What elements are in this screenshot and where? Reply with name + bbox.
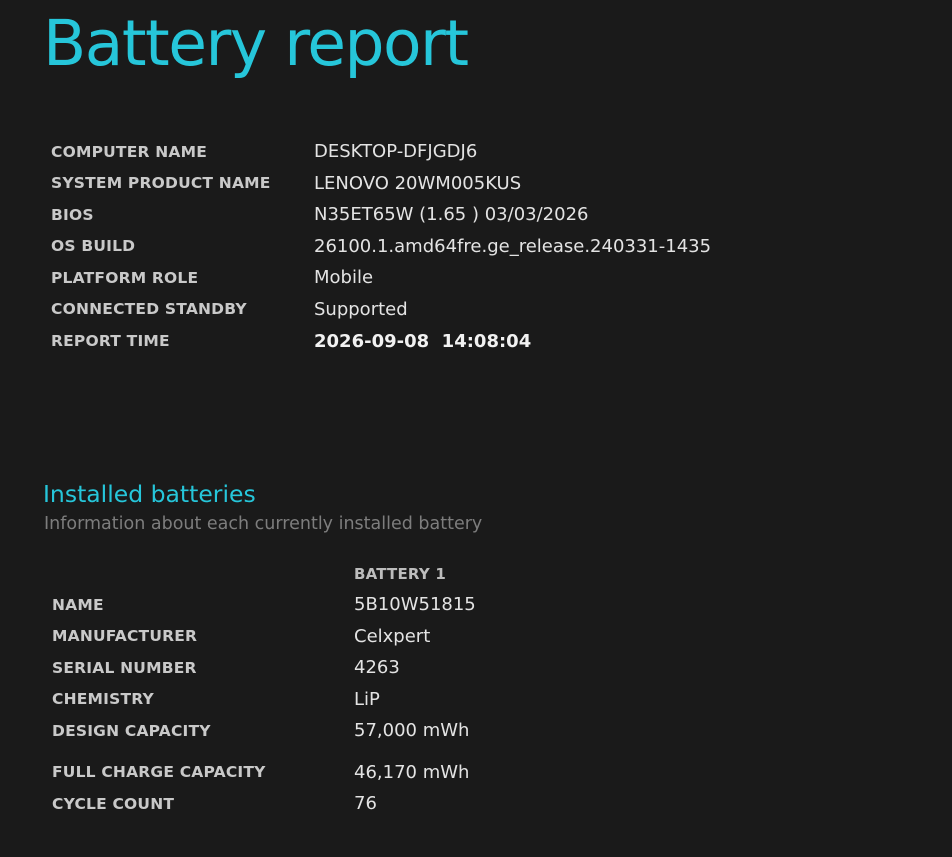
design-capacity-label: DESIGN CAPACITY <box>52 721 211 740</box>
table-row: CHEMISTRY LiP <box>52 684 476 716</box>
platform-role-label: PLATFORM ROLE <box>51 268 199 287</box>
table-row: CYCLE COUNT 76 <box>52 788 476 820</box>
table-header-row: BATTERY 1 <box>52 557 476 589</box>
serial-number-value: 4263 <box>354 657 400 679</box>
report-title: Battery report <box>43 7 469 80</box>
table-row: MANUFACTURER Celxpert <box>52 621 476 653</box>
full-charge-capacity-label: FULL CHARGE CAPACITY <box>52 763 266 782</box>
table-row: PLATFORM ROLE Mobile <box>51 262 711 294</box>
manufacturer-label: MANUFACTURER <box>52 627 198 646</box>
bios-value: N35ET65W (1.65 ) 03/03/2026 <box>314 204 589 226</box>
os-build-label: OS BUILD <box>51 237 136 256</box>
battery-1-column-header: BATTERY 1 <box>354 565 446 583</box>
chemistry-value: LiP <box>354 688 380 710</box>
table-row: NAME 5B10W51815 <box>52 589 476 621</box>
connected-standby-label: CONNECTED STANDBY <box>51 300 247 319</box>
report-time-label: REPORT TIME <box>51 332 170 350</box>
system-product-name-value: LENOVO 20WM005KUS <box>314 172 522 194</box>
report-time-value: 2026-09-08 14:08:04 <box>314 330 532 352</box>
row-spacer <box>52 747 476 757</box>
table-row: FULL CHARGE CAPACITY 46,170 mWh <box>52 757 476 789</box>
installed-batteries-subtitle: Information about each currently install… <box>44 514 483 534</box>
table-row: REPORT TIME 2026-09-08 14:08:04 <box>51 325 711 357</box>
battery-name-label: NAME <box>52 595 104 614</box>
system-product-name-label: SYSTEM PRODUCT NAME <box>51 174 271 193</box>
connected-standby-value: Supported <box>314 298 408 320</box>
full-charge-capacity-value: 46,170 mWh <box>354 761 470 783</box>
bios-label: BIOS <box>51 205 94 224</box>
manufacturer-value: Celxpert <box>354 625 431 647</box>
table-row: BIOS N35ET65W (1.65 ) 03/03/2026 <box>51 199 711 231</box>
installed-batteries-heading: Installed batteries <box>43 480 256 508</box>
design-capacity-value: 57,000 mWh <box>354 720 470 742</box>
table-row: CONNECTED STANDBY Supported <box>51 294 711 326</box>
spacer-cell <box>52 747 354 757</box>
serial-number-label: SERIAL NUMBER <box>52 658 197 677</box>
table-row: DESIGN CAPACITY 57,000 mWh <box>52 715 476 747</box>
table-row: SYSTEM PRODUCT NAME LENOVO 20WM005KUS <box>51 168 711 200</box>
table-row: COMPUTER NAME DESKTOP-DFJGDJ6 <box>51 136 711 168</box>
battery-name-value: 5B10W51815 <box>354 594 476 616</box>
table-row: SERIAL NUMBER 4263 <box>52 652 476 684</box>
cycle-count-label: CYCLE COUNT <box>52 794 175 813</box>
computer-name-value: DESKTOP-DFJGDJ6 <box>314 141 478 163</box>
spacer-cell <box>354 747 476 757</box>
platform-role-value: Mobile <box>314 267 374 289</box>
installed-batteries-table: BATTERY 1 NAME 5B10W51815 MANUFACTURER C… <box>52 557 476 820</box>
header-spacer <box>52 557 354 589</box>
table-row: OS BUILD 26100.1.amd64fre.ge_release.240… <box>51 231 711 263</box>
chemistry-label: CHEMISTRY <box>52 690 154 709</box>
os-build-value: 26100.1.amd64fre.ge_release.240331-1435 <box>314 235 712 257</box>
computer-name-label: COMPUTER NAME <box>51 142 207 161</box>
cycle-count-value: 76 <box>354 793 377 815</box>
system-info-table: COMPUTER NAME DESKTOP-DFJGDJ6 SYSTEM PRO… <box>51 136 711 357</box>
